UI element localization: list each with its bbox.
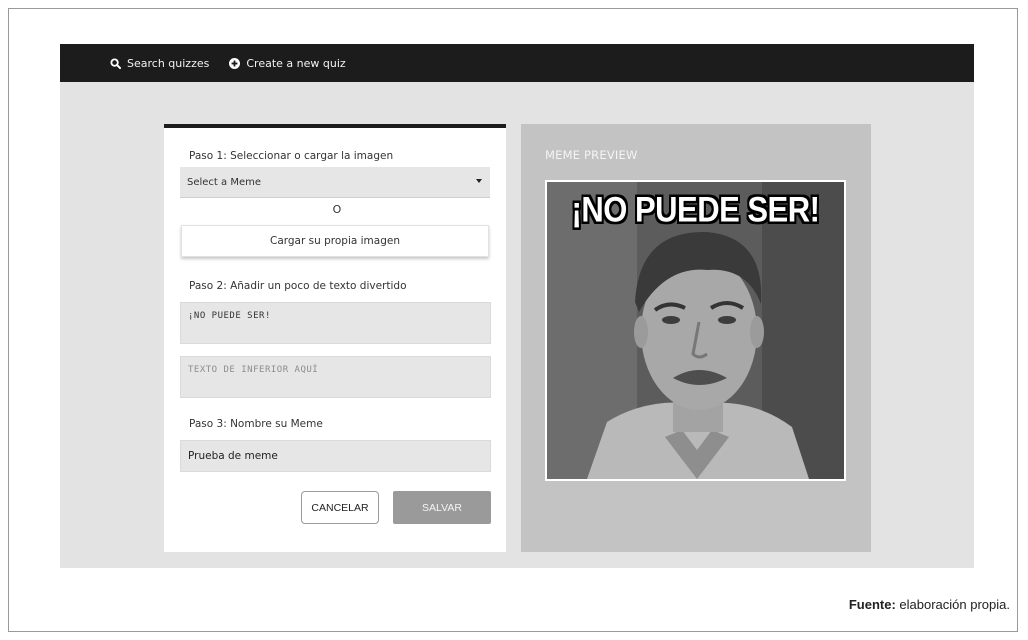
top-navbar: Search quizzes Create a new quiz [60, 44, 974, 82]
save-button[interactable]: SALVAR [393, 491, 491, 524]
meme-name-input[interactable]: Prueba de meme [180, 440, 491, 472]
meme-caption-top: ¡NO PUEDE SER! [571, 189, 820, 230]
search-icon [110, 57, 121, 69]
source-label: Fuente: [848, 597, 896, 612]
meme-select[interactable]: Select a Meme [180, 167, 490, 198]
caret-down-icon [476, 179, 482, 183]
or-separator: O [332, 203, 342, 216]
nav-create-label: Create a new quiz [246, 56, 346, 70]
step3-label: Paso 3: Nombre su Meme [189, 418, 323, 430]
plus-circle-icon [229, 57, 241, 69]
bottom-text-input[interactable]: TEXTO DE INFERIOR AQUÍ [180, 356, 491, 398]
nav-create-quiz[interactable]: Create a new quiz [229, 56, 346, 70]
top-text-input[interactable]: ¡NO PUEDE SER! [180, 302, 491, 344]
nav-search-label: Search quizzes [127, 56, 210, 70]
meme-image: ¡NO PUEDE SER! [547, 182, 844, 479]
figure-source-note: Fuente: elaboración propia. [849, 597, 1010, 612]
step1-label: Paso 1: Seleccionar o cargar la imagen [189, 150, 394, 162]
preview-title: MEME PREVIEW [545, 148, 638, 162]
cancel-button[interactable]: CANCELAR [301, 491, 379, 524]
meme-select-value: Select a Meme [187, 176, 262, 188]
meme-preview-frame: ¡NO PUEDE SER! [545, 180, 846, 481]
source-text: elaboración propia. [899, 597, 1010, 612]
upload-image-button[interactable]: Cargar su propia imagen [181, 225, 489, 257]
nav-search-quizzes[interactable]: Search quizzes [110, 57, 209, 70]
step2-label: Paso 2: Añadir un poco de texto divertid… [189, 280, 407, 292]
